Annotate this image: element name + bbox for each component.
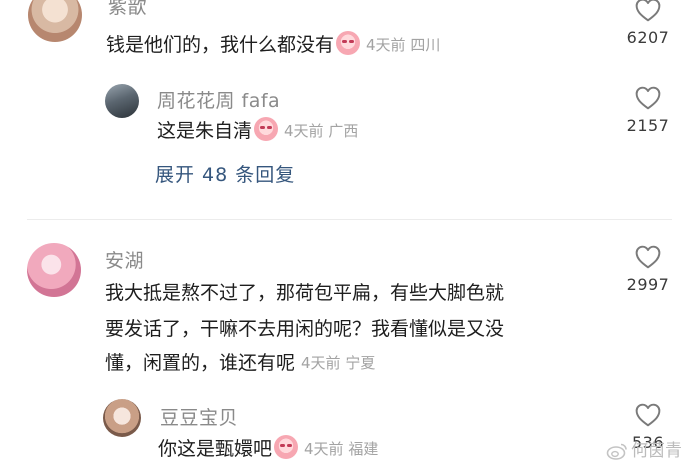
reply-time: 4天前 [284, 122, 324, 140]
heart-outline-icon[interactable] [635, 86, 661, 110]
weibo-logo-icon [606, 443, 627, 460]
like-button[interactable]: 2997 [613, 245, 683, 294]
expand-replies-link[interactable]: 展开 48 条回复 [155, 160, 295, 187]
comment-meta: 4天前 宁夏 [301, 347, 375, 380]
avatar[interactable] [27, 243, 81, 297]
reply-time: 4天前 [304, 440, 344, 458]
divider [27, 219, 672, 220]
crying-face-emoji-icon [254, 117, 279, 141]
comment-body: 懂，闲置的，谁还有呢 [105, 352, 296, 374]
reply-username[interactable]: 周花花周 fafa [157, 86, 280, 113]
comment-text-line-last: 懂，闲置的，谁还有呢 4天前 宁夏 [105, 347, 375, 380]
reply-body: 这是朱自清 [157, 120, 253, 142]
avatar[interactable] [28, 0, 82, 42]
heart-outline-icon[interactable] [635, 245, 661, 269]
comment-time: 4天前 [366, 36, 406, 54]
heart-outline-icon[interactable] [635, 403, 661, 427]
like-count: 2997 [626, 275, 670, 294]
comment-body: 钱是他们的，我什么都没有 [106, 34, 335, 56]
comment-time: 4天前 [301, 354, 341, 372]
reply-body: 你这是甄嬛吧 [158, 438, 273, 460]
watermark-text: 何茵青 [631, 441, 682, 461]
comment-text-line: 我大抵是熬不过了，那荷包平扁，有些大脚色就 [105, 282, 505, 304]
comment-text-line: 要发话了，干嘛不去用闲的呢？我看懂似是又没 [105, 318, 505, 340]
heart-outline-icon[interactable] [635, 0, 661, 22]
comment-username[interactable]: 安湖 [105, 246, 144, 273]
reply-location: 福建 [348, 440, 379, 458]
like-count: 6207 [626, 28, 670, 47]
crying-face-emoji-icon [336, 31, 361, 55]
comment-meta: 4天前 四川 [366, 29, 440, 62]
reply-meta: 4天前 福建 [304, 433, 378, 466]
reply-meta: 4天前 广西 [284, 115, 358, 148]
crying-face-emoji-icon [274, 435, 299, 459]
comment-location: 四川 [410, 36, 441, 54]
avatar[interactable] [105, 84, 139, 118]
watermark: 何茵青 [606, 436, 682, 461]
like-button[interactable]: 6207 [613, 0, 683, 47]
reply-location: 广西 [328, 122, 359, 140]
avatar[interactable] [103, 399, 141, 437]
reply-text: 你这是甄嬛吧 4天前 福建 [158, 433, 378, 466]
reply-text: 这是朱自清 4天前 广西 [157, 115, 358, 148]
like-count: 2157 [626, 116, 670, 135]
comment-location: 宁夏 [345, 354, 376, 372]
comment-username[interactable]: 紫歆 [108, 0, 147, 19]
reply-username[interactable]: 豆豆宝贝 [160, 403, 238, 430]
comment-text: 钱是他们的，我什么都没有 4天前 四川 [106, 29, 440, 62]
like-button[interactable]: 2157 [613, 86, 683, 135]
